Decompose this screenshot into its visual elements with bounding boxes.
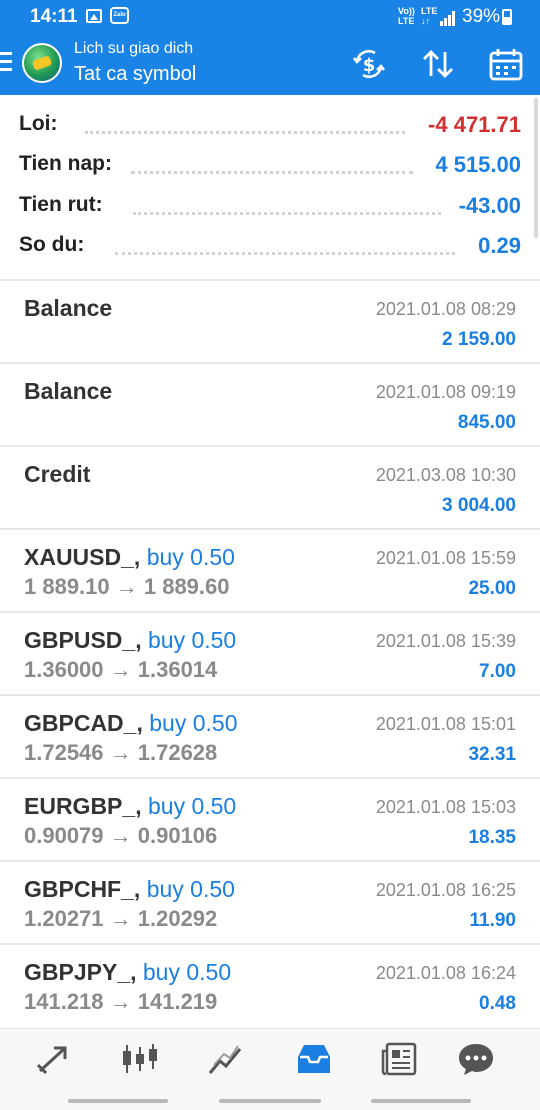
deal-time: 2021.01.08 15:03	[375, 797, 516, 817]
summary-label: So du:	[19, 233, 85, 256]
deal-symbol: GBPJPY_, buy 0.50	[24, 959, 232, 985]
deal-profit: 0.48	[479, 993, 516, 1014]
deal-side: buy 0.50	[142, 959, 232, 985]
list-item[interactable]: GBPJPY_, buy 0.50 141.218 → 141.219 2021…	[0, 943, 540, 1026]
menu-icon[interactable]	[0, 52, 14, 74]
deal-prices: 1.20271 → 1.20292	[24, 906, 218, 931]
summary-balance: So du: 0.29	[19, 233, 521, 263]
deal-symbol: GBPCAD_, buy 0.50	[24, 710, 238, 736]
entry-time: 2021.03.08 10:30	[375, 465, 516, 485]
entry-type: Credit	[24, 461, 91, 487]
leader-dots	[133, 212, 441, 215]
bottom-navigation	[0, 1028, 540, 1110]
summary-label: Tien nap:	[19, 152, 112, 175]
gesture-bar	[371, 1099, 471, 1103]
deal-profit: 25.00	[468, 578, 516, 599]
deal-symbol: EURGBP_, buy 0.50	[24, 793, 237, 819]
calendar-icon[interactable]	[488, 46, 524, 82]
deal-time: 2021.01.08 15:59	[375, 548, 516, 568]
dollar-refresh-icon[interactable]: $	[351, 46, 387, 82]
history-summary: Loi: -4 471.71 Tien nap: 4 515.00 Tien r…	[0, 95, 540, 279]
deal-side: buy 0.50	[149, 710, 238, 736]
summary-value: -43.00	[458, 193, 521, 218]
gesture-bar	[68, 1099, 168, 1103]
entry-time: 2021.01.08 09:19	[375, 382, 516, 402]
quotes-icon[interactable]	[34, 1041, 74, 1077]
list-item[interactable]: Balance 2021.01.08 09:19 845.00	[0, 362, 540, 445]
battery-icon	[502, 9, 512, 25]
deal-profit: 18.35	[468, 827, 516, 848]
entry-amount: 2 159.00	[442, 329, 516, 350]
deal-symbol: GBPUSD_, buy 0.50	[24, 627, 237, 653]
gesture-bar	[219, 1099, 321, 1103]
list-item[interactable]: GBPCAD_, buy 0.50 1.72546 → 1.72628 2021…	[0, 694, 540, 777]
volte-icon: Vo)) LTE	[398, 6, 415, 26]
entry-time: 2021.01.08 08:29	[375, 299, 516, 319]
app-toolbar: Lich su giao dich Tat ca symbol $	[0, 34, 540, 95]
messages-icon[interactable]	[456, 1041, 496, 1077]
deal-side: buy 0.50	[147, 627, 237, 653]
sort-icon[interactable]	[420, 46, 456, 82]
deal-profit: 32.31	[468, 744, 516, 765]
deal-side: buy 0.50	[146, 876, 235, 902]
deal-prices: 141.218 → 141.219	[24, 989, 218, 1014]
list-item[interactable]: Balance 2021.01.08 08:29 2 159.00	[0, 279, 540, 362]
gallery-icon	[86, 9, 102, 23]
summary-label: Tien rut:	[19, 193, 103, 216]
chart-icon[interactable]	[120, 1041, 160, 1077]
deal-time: 2021.01.08 15:01	[375, 714, 516, 734]
symbol-filter[interactable]: Tat ca symbol	[74, 63, 196, 86]
trade-icon[interactable]	[206, 1041, 246, 1077]
list-item[interactable]: GBPUSD_, buy 0.50 1.36000 → 1.36014 2021…	[0, 611, 540, 694]
deal-prices: 1.36000 → 1.36014	[24, 657, 218, 682]
entry-amount: 3 004.00	[442, 495, 516, 516]
deal-time: 2021.01.08 16:24	[375, 963, 516, 983]
deal-time: 2021.01.08 15:39	[375, 631, 516, 651]
deal-side: buy 0.50	[146, 544, 235, 570]
svg-text:$: $	[363, 55, 376, 76]
summary-label: Loi:	[19, 112, 58, 135]
list-item[interactable]: EURGBP_, buy 0.50 0.90079 → 0.90106 2021…	[0, 777, 540, 860]
leader-dots	[115, 252, 455, 255]
toolbar-title: Lich su giao dich	[74, 40, 194, 57]
list-item[interactable]: Credit 2021.03.08 10:30 3 004.00	[0, 445, 540, 528]
leader-dots	[85, 131, 405, 134]
deal-profit: 11.90	[469, 910, 517, 931]
entry-type: Balance	[24, 295, 113, 321]
summary-value: 0.29	[478, 233, 521, 258]
signal-icon	[440, 10, 458, 26]
deal-prices: 1.72546 → 1.72628	[24, 740, 218, 765]
scrollbar[interactable]	[534, 98, 538, 238]
list-item[interactable]: GBPCHF_, buy 0.50 1.20271 → 1.20292 2021…	[0, 860, 540, 943]
deal-prices: 0.90079 → 0.90106	[24, 823, 218, 848]
status-time: 14:11	[30, 6, 78, 27]
battery-level: 39%	[462, 6, 501, 27]
deal-profit: 7.00	[479, 661, 516, 682]
zalo-icon: Zalo	[110, 7, 129, 24]
deal-time: 2021.01.08 16:25	[375, 880, 516, 900]
entry-amount: 845.00	[457, 412, 516, 433]
summary-deposit: Tien nap: 4 515.00	[19, 152, 521, 182]
deal-symbol: XAUUSD_, buy 0.50	[24, 544, 235, 570]
list-item[interactable]: XAUUSD_, buy 0.50 1 889.10 → 1 889.60 20…	[0, 528, 540, 611]
deal-symbol: GBPCHF_, buy 0.50	[24, 876, 235, 902]
entry-type: Balance	[24, 378, 113, 404]
leader-dots	[131, 171, 413, 174]
history-icon[interactable]	[294, 1041, 334, 1077]
summary-value: -4 471.71	[428, 112, 521, 137]
deal-prices: 1 889.10 → 1 889.60	[24, 574, 230, 599]
summary-profit: Loi: -4 471.71	[19, 112, 521, 142]
summary-value: 4 515.00	[435, 152, 521, 177]
status-bar: 14:11 Zalo Vo)) LTE LTE ↓↑ 39%	[0, 0, 540, 34]
news-icon[interactable]	[380, 1041, 420, 1077]
summary-withdrawal: Tien rut: -43.00	[19, 193, 521, 223]
metatrader-logo[interactable]	[22, 43, 62, 83]
deal-side: buy 0.50	[147, 793, 237, 819]
lte-icon: LTE ↓↑	[421, 6, 438, 26]
